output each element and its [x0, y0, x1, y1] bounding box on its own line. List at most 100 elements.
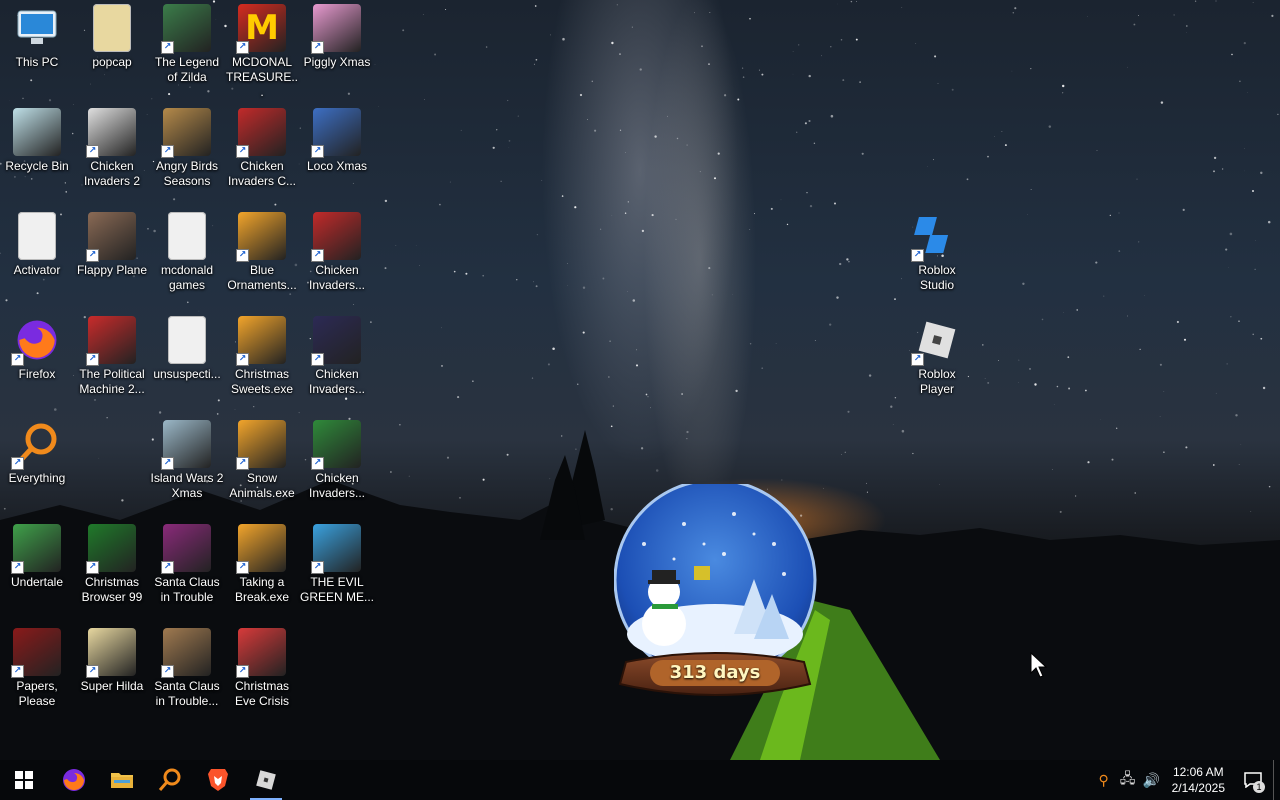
shortcut-arrow-icon: ↗ [11, 457, 24, 470]
taskbar-firefox[interactable] [50, 760, 98, 800]
desktop-icon-everything[interactable]: ↗ Everything [0, 416, 74, 516]
desktop-icon-label: Chicken Invaders... [308, 263, 366, 292]
desktop-icon-label: Chicken Invaders 2 [83, 159, 141, 188]
desktop-icon-snow-animals-exe[interactable]: ↗ Snow Animals.exe [225, 416, 299, 516]
brave-icon [208, 769, 228, 791]
desktop-icon-mcdonald-games[interactable]: mcdonald games [150, 208, 224, 308]
shortcut-arrow-icon: ↗ [236, 457, 249, 470]
exe-icon: ↗ [236, 420, 286, 470]
desktop-icon-roblox-studio[interactable]: ↗ Roblox Studio [900, 208, 974, 308]
taskbar-brave[interactable] [194, 760, 242, 800]
everything-tray-icon[interactable]: ⚲ [1092, 772, 1116, 789]
action-center-button[interactable]: 1 [1233, 760, 1273, 800]
search-icon [158, 768, 181, 791]
desktop-icon-flappy-plane[interactable]: ↗ Flappy Plane [75, 208, 149, 308]
desktop-icon-loco-xmas[interactable]: ↗ Loco Xmas [300, 104, 374, 204]
shortcut-arrow-icon: ↗ [311, 353, 324, 366]
clock-date: 2/14/2025 [1171, 781, 1225, 795]
notification-count: 1 [1253, 781, 1265, 793]
desktop-icon-label: Roblox Player [918, 367, 956, 396]
desktop-icon-chicken-invaders-2[interactable]: ↗ Chicken Invaders 2 [75, 104, 149, 204]
desktop-icon-christmas-eve-crisis[interactable]: ↗ Christmas Eve Crisis [225, 624, 299, 724]
desktop-icon-label: Chicken Invaders... [308, 367, 366, 396]
desktop-icon-label: Activator [13, 263, 61, 277]
shortcut-arrow-icon: ↗ [86, 561, 99, 574]
desktop-icon-island-wars-2-xmas[interactable]: ↗ Island Wars 2 Xmas [150, 416, 224, 516]
desktop-icon-label: Flappy Plane [76, 263, 148, 277]
desktop-icon-recycle-bin[interactable]: Recycle Bin [0, 104, 74, 204]
chicken-icon: ↗ [236, 108, 286, 158]
taskbar-everything[interactable] [146, 760, 194, 800]
shortcut-arrow-icon: ↗ [161, 457, 174, 470]
computer-icon [13, 4, 61, 52]
desktop-icon-label: This PC [15, 55, 59, 69]
desktop-icon-label: Roblox Studio [918, 263, 956, 292]
desktop-icon-the-political-machine-2[interactable]: ↗ The Political Machine 2... [75, 312, 149, 412]
folder-icon [168, 212, 206, 260]
mouse-cursor [1030, 652, 1048, 678]
shortcut-arrow-icon: ↗ [311, 145, 324, 158]
desktop-icon-label: unsuspecti... [153, 367, 221, 381]
chicken-icon: ↗ [86, 108, 136, 158]
desktop-icon-chicken-invaders[interactable]: ↗ Chicken Invaders... [300, 208, 374, 308]
desktop-icon-chicken-invaders-c[interactable]: ↗ Chicken Invaders C... [225, 104, 299, 204]
politics-icon: ↗ [86, 316, 136, 366]
desktop-icon-popcap[interactable]: popcap [75, 0, 149, 100]
desktop-icon-santa-claus-in-trouble[interactable]: ↗ Santa Claus in Trouble... [150, 624, 224, 724]
desktop-icon-taking-a-break-exe[interactable]: ↗ Taking a Break.exe [225, 520, 299, 620]
tree-icon: ↗ [86, 524, 136, 574]
hilda-icon: ↗ [86, 628, 136, 678]
show-desktop-button[interactable] [1273, 760, 1280, 800]
chicken-icon: ↗ [311, 420, 361, 470]
desktop-icon-the-legend-of-zilda[interactable]: ↗ The Legend of Zilda [150, 0, 224, 100]
desktop-icon-angry-birds-seasons[interactable]: ↗ Angry Birds Seasons [150, 104, 224, 204]
desktop-icon-label: Christmas Sweets.exe [230, 367, 294, 396]
desktop-icon-this-pc[interactable]: This PC [0, 0, 74, 100]
firefox-icon [63, 769, 85, 791]
start-button[interactable] [0, 760, 48, 800]
clock[interactable]: 12:06 AM 2/14/2025 [1164, 764, 1233, 796]
windows-logo-icon [15, 771, 33, 789]
exe-icon: ↗ [236, 212, 286, 262]
desktop-icon-roblox-player[interactable]: ↗ Roblox Player [900, 312, 974, 412]
desktop-icon-piggly-xmas[interactable]: ↗ Piggly Xmas [300, 0, 374, 100]
shortcut-arrow-icon: ↗ [236, 561, 249, 574]
desktop-icon-super-hilda[interactable]: ↗ Super Hilda [75, 624, 149, 724]
desktop-icon-christmas-sweets-exe[interactable]: ↗ Christmas Sweets.exe [225, 312, 299, 412]
desktop-icon-mcdonal-treasure[interactable]: M ↗ MCDONAL TREASURE... [225, 0, 299, 100]
desktop-icon-label: Taking a Break.exe [234, 575, 290, 604]
shortcut-arrow-icon: ↗ [311, 457, 324, 470]
desktop-icon-blue-ornaments[interactable]: ↗ Blue Ornaments... [225, 208, 299, 308]
snow-globe-widget[interactable]: 313 days [613, 478, 824, 704]
chicken-icon: ↗ [311, 212, 361, 262]
volume-icon[interactable]: 🔊 [1140, 772, 1164, 789]
desktop-icon-label: Firefox [18, 367, 56, 381]
undertale-icon: ↗ [11, 524, 61, 574]
desktop-icon-unsuspecti[interactable]: unsuspecti... [150, 312, 224, 412]
taskbar-roblox[interactable] [242, 760, 290, 800]
desktop-icon-activator[interactable]: Activator [0, 208, 74, 308]
desktop-icon-christmas-browser-99[interactable]: ↗ Christmas Browser 99 [75, 520, 149, 620]
network-icon[interactable]: 🖧 [1116, 768, 1140, 792]
shortcut-arrow-icon: ↗ [86, 665, 99, 678]
shortcut-arrow-icon: ↗ [236, 145, 249, 158]
desktop-icon-firefox[interactable]: ↗ Firefox [0, 312, 74, 412]
taskbar-file-explorer[interactable] [98, 760, 146, 800]
folder-icon [93, 4, 131, 52]
desktop-icon-chicken-invaders[interactable]: ↗ Chicken Invaders... [300, 416, 374, 516]
santa-face-icon: ↗ [236, 628, 286, 678]
desktop-icon-label: Everything [8, 471, 66, 485]
shortcut-arrow-icon: ↗ [11, 665, 24, 678]
desktop-icon-santa-claus-in-trouble[interactable]: ↗ Santa Claus in Trouble [150, 520, 224, 620]
desktop-icon-label: Blue Ornaments... [227, 263, 297, 292]
desktop-icon-the-evil-green-me[interactable]: ↗ THE EVIL GREEN ME... [300, 520, 374, 620]
desktop-icon-label: Island Wars 2 Xmas [150, 471, 224, 500]
roblox-icon: ↗ [911, 316, 961, 366]
desktop-icon-label: Santa Claus in Trouble [154, 575, 220, 604]
desktop-icon-undertale[interactable]: ↗ Undertale [0, 520, 74, 620]
desktop-icon-papers-please[interactable]: ↗ Papers, Please [0, 624, 74, 724]
desktop-icon-chicken-invaders[interactable]: ↗ Chicken Invaders... [300, 312, 374, 412]
shortcut-arrow-icon: ↗ [161, 665, 174, 678]
shortcut-arrow-icon: ↗ [86, 353, 99, 366]
shortcut-arrow-icon: ↗ [911, 249, 924, 262]
